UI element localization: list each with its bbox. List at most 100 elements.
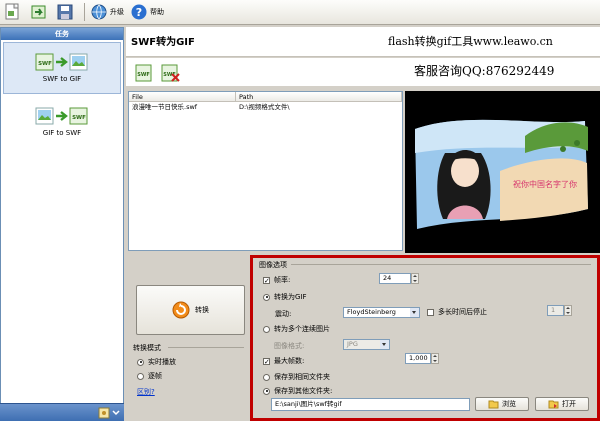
frame-rate-label: 帧率:: [274, 276, 291, 284]
frame-rate-row: ✓ 帧率:: [263, 275, 290, 285]
save-other-label: 保存到其他文件夹:: [274, 387, 333, 395]
convert-label: 转换: [195, 306, 209, 314]
difference-link[interactable]: 区别?: [137, 387, 155, 397]
dither-select[interactable]: FloydSteinberg: [343, 307, 420, 318]
save-same-radio[interactable]: 保存到相同文件夹: [263, 372, 330, 382]
browse-button[interactable]: 浏览: [475, 397, 529, 411]
task-swf-to-gif[interactable]: SWF SWF to GIF: [3, 42, 121, 94]
max-frames-label: 最大帧数:: [274, 357, 305, 365]
chevron-down-icon[interactable]: [112, 409, 120, 417]
svg-text:?: ?: [136, 6, 142, 19]
swf-file-icon: SWF: [69, 107, 88, 125]
folder-icon: [488, 400, 499, 409]
save-icon: [57, 4, 73, 20]
convert-button[interactable]: 转换: [136, 285, 245, 335]
file-list[interactable]: File Path 浪漫唯一节日快乐.swf D:\视频格式文件\: [128, 91, 403, 251]
swf-file-icon: SWF: [35, 53, 54, 71]
radio-button[interactable]: [137, 372, 144, 380]
radio-button[interactable]: [263, 387, 270, 395]
to-images-label: 转为多个连续图片: [274, 325, 330, 333]
stop-after-checkbox[interactable]: [427, 308, 434, 316]
help-icon: ?: [131, 4, 147, 20]
mode-realtime-radio[interactable]: 实时播放: [137, 357, 176, 367]
export-button[interactable]: [30, 2, 50, 22]
radio-button[interactable]: [263, 325, 270, 333]
export-icon: [31, 5, 46, 19]
output-path-input[interactable]: E:\sanji\图片\swf转gif: [271, 398, 470, 411]
stop-after-input[interactable]: 1: [547, 305, 564, 316]
arrow-right-icon: [56, 57, 68, 67]
max-frames-row: ✓ 最大帧数:: [263, 356, 304, 366]
column-header-file[interactable]: File: [129, 92, 236, 101]
dither-value: FloydSteinberg: [347, 308, 396, 316]
radio-button[interactable]: [137, 358, 144, 366]
task-gif-to-swf[interactable]: SWF GIF to SWF: [1, 96, 123, 148]
radio-button[interactable]: [263, 373, 270, 381]
save-same-label: 保存到相同文件夹: [274, 373, 330, 381]
image-format-label: 图像格式:: [274, 342, 305, 350]
main-toolbar: 升级 ? 帮助: [0, 0, 600, 25]
frame-rate-input[interactable]: 24: [379, 273, 411, 284]
radio-button[interactable]: [263, 293, 270, 301]
svg-text:SWF: SWF: [137, 72, 150, 78]
gif-image-icon: [69, 53, 88, 71]
image-format-value: JPG: [347, 340, 358, 348]
open-label: 打开: [562, 400, 576, 408]
convert-icon: [172, 301, 190, 319]
max-frames-input[interactable]: 1,000: [405, 353, 431, 364]
arrow-right-icon: [56, 111, 68, 121]
help-button[interactable]: ? 帮助: [130, 2, 164, 22]
promo-qq: 客服咨询QQ:876292449: [414, 64, 555, 78]
dither-label: 震动:: [275, 310, 292, 318]
preview-image: 祝你中国名字了你: [405, 91, 600, 253]
task-label-gif-to-swf: GIF to SWF: [42, 129, 82, 137]
remove-file-icon[interactable]: SWF: [161, 64, 181, 82]
task-label-swf-to-gif: SWF to GIF: [42, 75, 82, 83]
to-images-radio[interactable]: 转为多个连续图片: [263, 324, 330, 334]
options-divider: [291, 264, 591, 265]
page-title: SWF转为GIF: [131, 37, 195, 48]
preview-pane: 祝你中国名字了你: [405, 91, 600, 253]
column-header-path[interactable]: Path: [236, 92, 402, 101]
to-gif-radio[interactable]: 转换为GIF: [263, 292, 307, 302]
mode-divider: [168, 347, 244, 348]
upgrade-button[interactable]: 升级: [90, 2, 124, 22]
stop-after-spinner[interactable]: [564, 305, 572, 316]
help-label: 帮助: [150, 8, 164, 16]
chevron-down-icon: [410, 308, 419, 317]
open-folder-icon: [548, 400, 559, 409]
sidebar-footer: [0, 403, 124, 421]
mode-realtime-label: 实时播放: [148, 358, 176, 366]
file-name: 浪漫唯一节日快乐.swf: [132, 103, 198, 111]
options-label: 图像选项: [259, 261, 287, 269]
toolbar-separator: [84, 3, 85, 21]
upgrade-label: 升级: [110, 8, 124, 16]
sidebar-title: 任务: [1, 28, 123, 40]
svg-text:SWF: SWF: [72, 115, 86, 121]
open-file-button[interactable]: [4, 2, 24, 22]
open-folder-button[interactable]: 打开: [535, 397, 589, 411]
max-frames-spinner[interactable]: [431, 353, 439, 364]
image-format-select[interactable]: JPG: [343, 339, 390, 350]
stop-after-label: 多长时间后停止: [438, 308, 487, 316]
promo-url: flash转换gif工具www.leawo.cn: [388, 35, 553, 48]
file-row[interactable]: 浪漫唯一节日快乐.swf D:\视频格式文件\: [129, 102, 402, 112]
chevron-down-icon: [380, 340, 389, 349]
stop-after-row: 多长时间后停止: [427, 307, 487, 317]
save-button[interactable]: [56, 2, 76, 22]
preview-banner-text: 祝你中国名字了你: [513, 179, 577, 189]
max-frames-checkbox[interactable]: ✓: [263, 357, 270, 365]
browse-label: 浏览: [502, 400, 516, 408]
task-sidebar: 任务 SWF SWF to GIF SWF GIF to SWF: [0, 27, 124, 421]
settings-icon[interactable]: [98, 407, 110, 419]
mode-frame-radio[interactable]: 逐帧: [137, 371, 162, 381]
add-file-icon[interactable]: SWF: [135, 64, 153, 82]
frame-rate-checkbox[interactable]: ✓: [263, 276, 270, 284]
globe-icon: [91, 4, 107, 20]
frame-rate-spinner[interactable]: [411, 273, 419, 284]
to-gif-label: 转换为GIF: [274, 293, 307, 301]
file-list-header: File Path: [129, 92, 402, 102]
file-path: D:\视频格式文件\: [239, 103, 290, 111]
open-file-icon: [5, 3, 19, 20]
save-other-radio[interactable]: 保存到其他文件夹:: [263, 386, 332, 396]
